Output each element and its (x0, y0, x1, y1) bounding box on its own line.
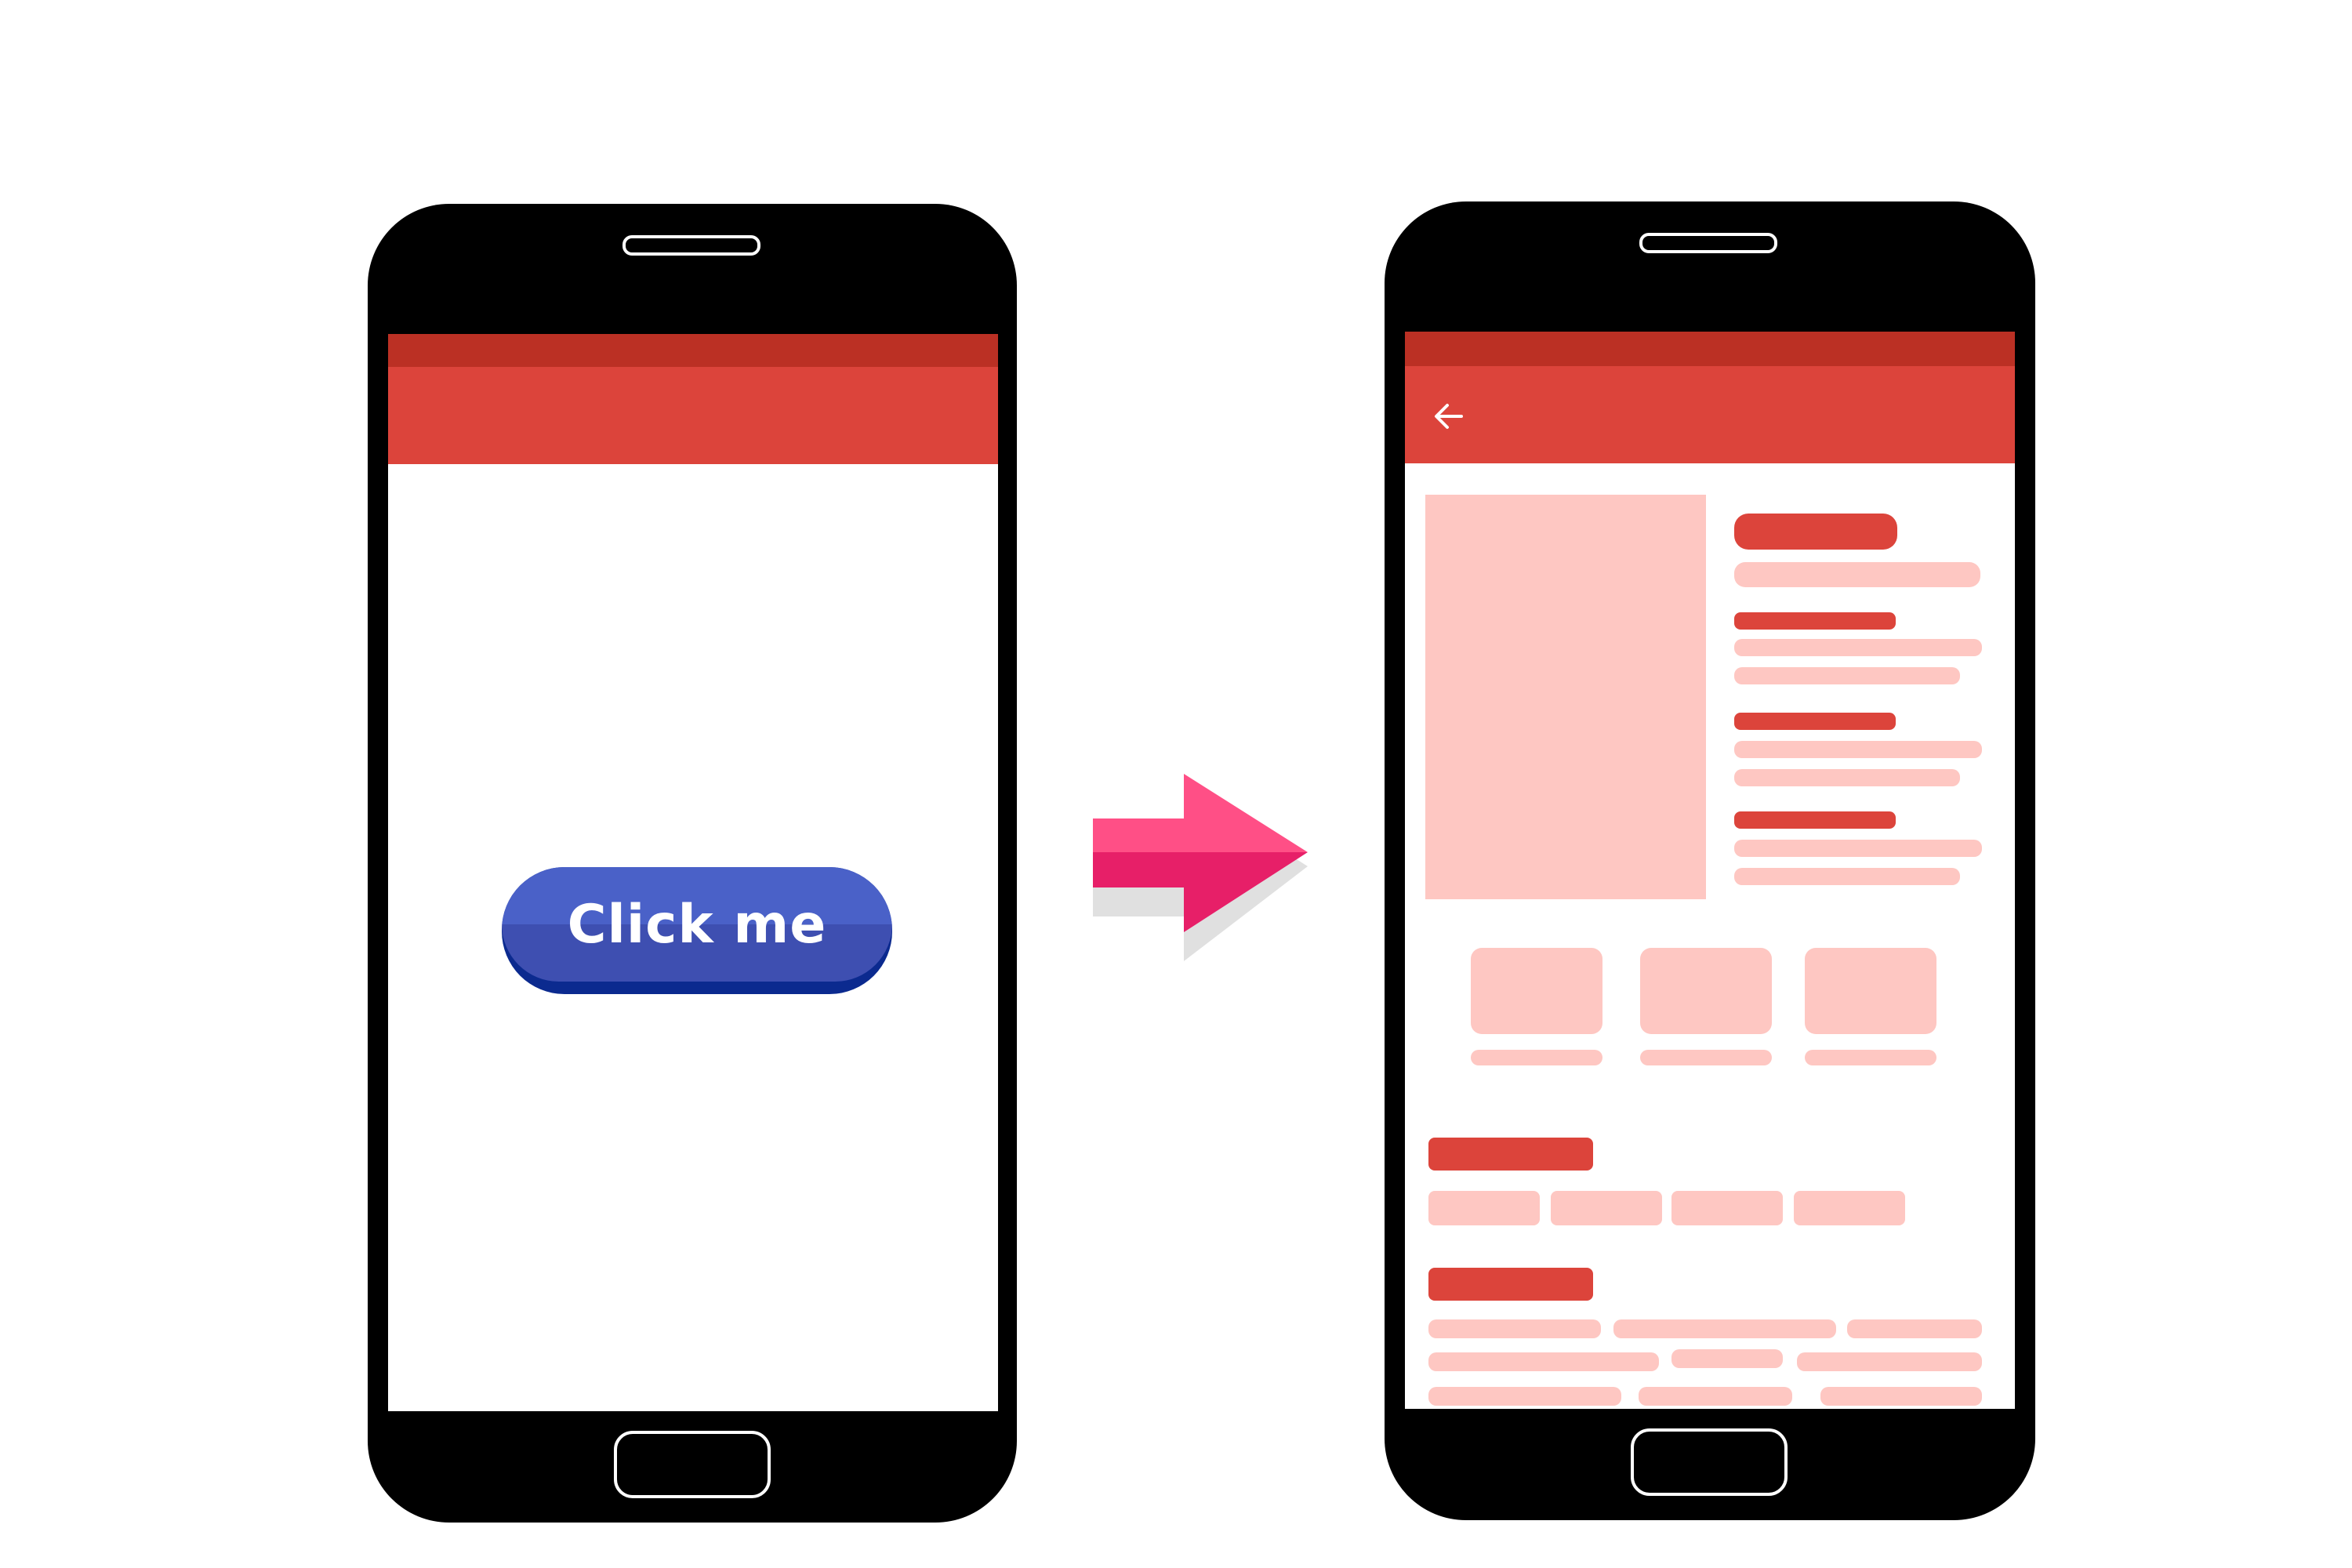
speaker-icon (1639, 233, 1777, 253)
chip[interactable] (1551, 1191, 1662, 1225)
thumbnail-card[interactable] (1805, 948, 1936, 1034)
text-line-placeholder (1428, 1319, 1601, 1338)
text-line-placeholder (1734, 840, 1982, 857)
text-line-placeholder (1734, 868, 1960, 885)
text-line-placeholder (1613, 1319, 1836, 1338)
thumbnail-caption (1805, 1050, 1936, 1065)
heading-placeholder (1734, 612, 1896, 630)
text-line-placeholder (1639, 1387, 1792, 1406)
right-phone-screen (1405, 332, 2015, 1409)
section-heading-placeholder (1428, 1268, 1593, 1301)
home-button[interactable] (614, 1431, 771, 1498)
text-line-placeholder (1428, 1387, 1621, 1406)
subtitle-placeholder (1734, 562, 1980, 587)
text-line-placeholder (1820, 1387, 1982, 1406)
text-line-placeholder (1734, 741, 1982, 758)
text-line-placeholder (1734, 667, 1960, 684)
text-line-placeholder (1671, 1349, 1783, 1368)
thumbnail-caption (1471, 1050, 1602, 1065)
chip[interactable] (1794, 1191, 1905, 1225)
status-bar (1405, 332, 2015, 366)
heading-placeholder (1734, 713, 1896, 730)
arrow-right-icon (1093, 774, 1308, 961)
arrow-top-half (1093, 774, 1308, 852)
title-placeholder (1734, 514, 1897, 550)
app-bar (1405, 366, 2015, 463)
chip[interactable] (1671, 1191, 1783, 1225)
thumbnail-card[interactable] (1471, 948, 1602, 1034)
click-me-button-label: Click me (567, 893, 827, 956)
speaker-icon (622, 235, 760, 256)
text-line-placeholder (1734, 769, 1960, 786)
text-line-placeholder (1847, 1319, 1982, 1338)
hero-image (1425, 495, 1706, 899)
section-heading-placeholder (1428, 1138, 1593, 1171)
app-bar (388, 367, 998, 464)
back-arrow-icon[interactable] (1432, 401, 1466, 432)
text-line-placeholder (1428, 1352, 1659, 1371)
heading-placeholder (1734, 811, 1896, 829)
status-bar (388, 334, 998, 367)
thumbnail-caption (1640, 1050, 1772, 1065)
right-phone (1385, 201, 2035, 1520)
click-me-button[interactable]: Click me (502, 867, 892, 994)
left-phone: Click me (368, 204, 1017, 1523)
home-button[interactable] (1631, 1428, 1788, 1496)
left-phone-screen: Click me (388, 334, 998, 1411)
text-line-placeholder (1797, 1352, 1982, 1371)
chip[interactable] (1428, 1191, 1540, 1225)
text-line-placeholder (1734, 639, 1982, 656)
thumbnail-card[interactable] (1640, 948, 1772, 1034)
